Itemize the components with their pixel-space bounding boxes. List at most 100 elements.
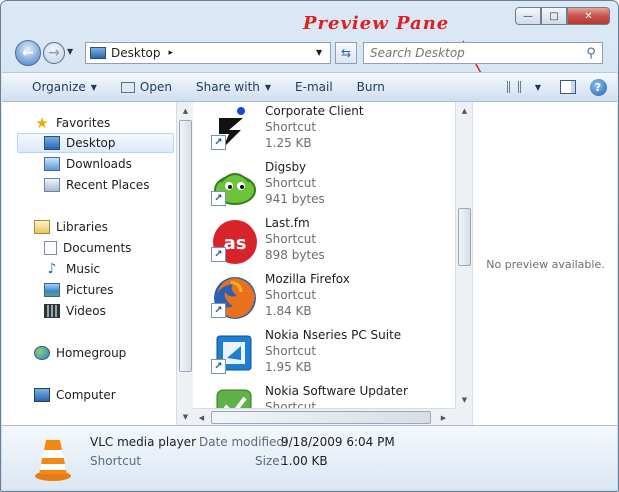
search-box: ⚲ <box>363 42 603 64</box>
shortcut-arrow-icon: ↗ <box>211 135 226 150</box>
chevron-down-icon: ▼ <box>90 82 97 92</box>
nav-computer[interactable]: Computer <box>34 385 116 405</box>
file-type: Shortcut <box>265 232 317 246</box>
email-button[interactable]: E-mail <box>283 73 345 101</box>
nav-documents[interactable]: Documents <box>44 238 131 258</box>
scroll-thumb[interactable] <box>179 120 192 372</box>
nav-homegroup[interactable]: Homegroup <box>34 343 126 363</box>
scroll-up-icon[interactable]: ▲ <box>177 102 194 119</box>
file-size: 1.84 KB <box>265 304 312 318</box>
file-item[interactable]: ↗ Corporate Client Shortcut 1.25 KB <box>211 102 457 158</box>
email-label: E-mail <box>295 80 333 94</box>
search-input[interactable] <box>364 46 580 60</box>
nav-label: Libraries <box>56 220 108 234</box>
close-button[interactable]: ✕ <box>567 7 610 25</box>
shortcut-arrow-icon: ↗ <box>211 303 226 318</box>
file-type: Shortcut <box>265 120 317 134</box>
nav-desktop[interactable]: Desktop <box>17 133 174 153</box>
file-item[interactable]: Nokia Software Updater Shortcut <box>211 382 457 408</box>
toolbar-right-group: ▼ ? <box>495 73 609 101</box>
details-date-label: Date modified: <box>199 435 289 449</box>
help-button[interactable]: ? <box>587 77 609 97</box>
nav-label: Music <box>66 262 101 276</box>
homegroup-icon <box>34 346 50 360</box>
minimize-button[interactable]: — <box>515 7 541 25</box>
file-list-horizontal-scrollbar[interactable]: ◀ ▶ <box>193 408 455 425</box>
more-options-dropdown[interactable]: ▼ <box>527 77 549 97</box>
chevron-down-icon: ▼ <box>264 82 272 92</box>
shortcut-arrow-icon: ↗ <box>211 247 226 262</box>
file-list-vertical-scrollbar[interactable]: ▲ ▼ <box>455 102 472 408</box>
navigation-scrollbar[interactable]: ▲ ▼ <box>176 102 193 425</box>
scroll-down-icon[interactable]: ▼ <box>177 408 194 425</box>
svg-text:as: as <box>224 233 247 254</box>
nav-music[interactable]: ♪ Music <box>44 259 101 279</box>
scroll-right-icon[interactable]: ▶ <box>435 409 452 426</box>
file-type: Shortcut <box>265 344 317 358</box>
address-dropdown-icon[interactable]: ▼ <box>316 48 322 57</box>
file-name: Mozilla Firefox <box>265 272 350 286</box>
document-icon <box>44 241 57 255</box>
nav-recent-places[interactable]: Recent Places <box>44 175 149 195</box>
open-button[interactable]: Open <box>109 73 184 101</box>
file-item[interactable]: ↗ Digsby Shortcut 941 bytes <box>211 158 457 214</box>
nav-pictures[interactable]: Pictures <box>44 280 114 300</box>
file-size: 1.25 KB <box>265 136 312 150</box>
scroll-thumb[interactable] <box>458 208 471 266</box>
back-button[interactable]: ← <box>15 40 41 66</box>
details-size-label: Size: <box>255 454 284 468</box>
explorer-window: — □ ✕ Preview Pane ← → ▼ Desktop ▸ ▼ ⇆ ⚲… <box>0 0 619 492</box>
preview-message: No preview available. <box>486 258 605 271</box>
file-item[interactable]: ↗ Mozilla Firefox Shortcut 1.84 KB <box>211 270 457 326</box>
search-icon[interactable]: ⚲ <box>580 46 602 61</box>
preview-pane-icon <box>560 80 576 94</box>
forward-arrow-icon: → <box>48 45 60 61</box>
nav-label: Pictures <box>66 283 114 297</box>
scroll-up-icon[interactable]: ▲ <box>456 102 473 119</box>
music-note-icon: ♪ <box>47 261 57 277</box>
nav-label: Downloads <box>66 157 132 171</box>
nav-label: Desktop <box>66 136 116 150</box>
refresh-icon: ⇆ <box>340 46 352 60</box>
recent-places-icon <box>44 178 60 192</box>
file-size: 1.95 KB <box>265 360 312 374</box>
refresh-button[interactable]: ⇆ <box>335 42 357 64</box>
details-file-name: VLC media player <box>90 435 197 449</box>
change-view-button[interactable] <box>503 77 525 97</box>
open-window-icon <box>120 81 135 93</box>
explorer-body: ★ Favorites Desktop Downloads Recent Plac… <box>2 102 617 425</box>
file-name: Nokia Software Updater <box>265 384 408 398</box>
libraries-icon <box>34 220 50 234</box>
maximize-button[interactable]: □ <box>541 7 567 25</box>
nav-label: Videos <box>66 304 106 318</box>
nav-libraries[interactable]: Libraries <box>34 217 108 237</box>
nav-videos[interactable]: Videos <box>44 301 106 321</box>
organize-button[interactable]: Organize ▼ <box>2 73 109 101</box>
scroll-thumb[interactable] <box>211 411 431 424</box>
recent-pages-dropdown[interactable]: ▼ <box>67 47 73 56</box>
view-list-icon <box>507 81 521 93</box>
navigation-bar: ← → ▼ Desktop ▸ ▼ ⇆ ⚲ <box>15 39 611 67</box>
file-type: Shortcut <box>265 400 317 408</box>
preview-pane-annotation: Preview Pane <box>303 13 450 34</box>
nav-downloads[interactable]: Downloads <box>44 154 132 174</box>
nav-favorites[interactable]: ★ Favorites <box>34 113 110 133</box>
breadcrumb-chevron-icon[interactable]: ▸ <box>169 48 174 58</box>
burn-button[interactable]: Burn <box>345 73 397 101</box>
scroll-left-icon[interactable]: ◀ <box>193 409 210 426</box>
address-location: Desktop <box>111 46 161 60</box>
file-item[interactable]: ↗ Nokia Nseries PC Suite Shortcut 1.95 K… <box>211 326 457 382</box>
star-icon: ★ <box>35 114 49 132</box>
share-with-button[interactable]: Share with ▼ <box>184 73 283 101</box>
vlc-cone-icon <box>35 440 71 481</box>
file-item[interactable]: as ↗ Last.fm Shortcut 898 bytes <box>211 214 457 270</box>
command-bar: Organize ▼ Open Share with ▼ E-mail Burn ▼… <box>2 72 617 102</box>
scroll-down-icon[interactable]: ▼ <box>456 391 473 408</box>
nav-label: Computer <box>56 388 116 402</box>
file-name: Corporate Client <box>265 104 364 118</box>
address-bar[interactable]: Desktop ▸ ▼ <box>85 42 331 64</box>
scrollbar-corner <box>455 408 472 425</box>
forward-button[interactable]: → <box>43 42 65 64</box>
preview-pane-toggle[interactable] <box>557 77 579 97</box>
organize-label: Organize <box>32 80 86 94</box>
